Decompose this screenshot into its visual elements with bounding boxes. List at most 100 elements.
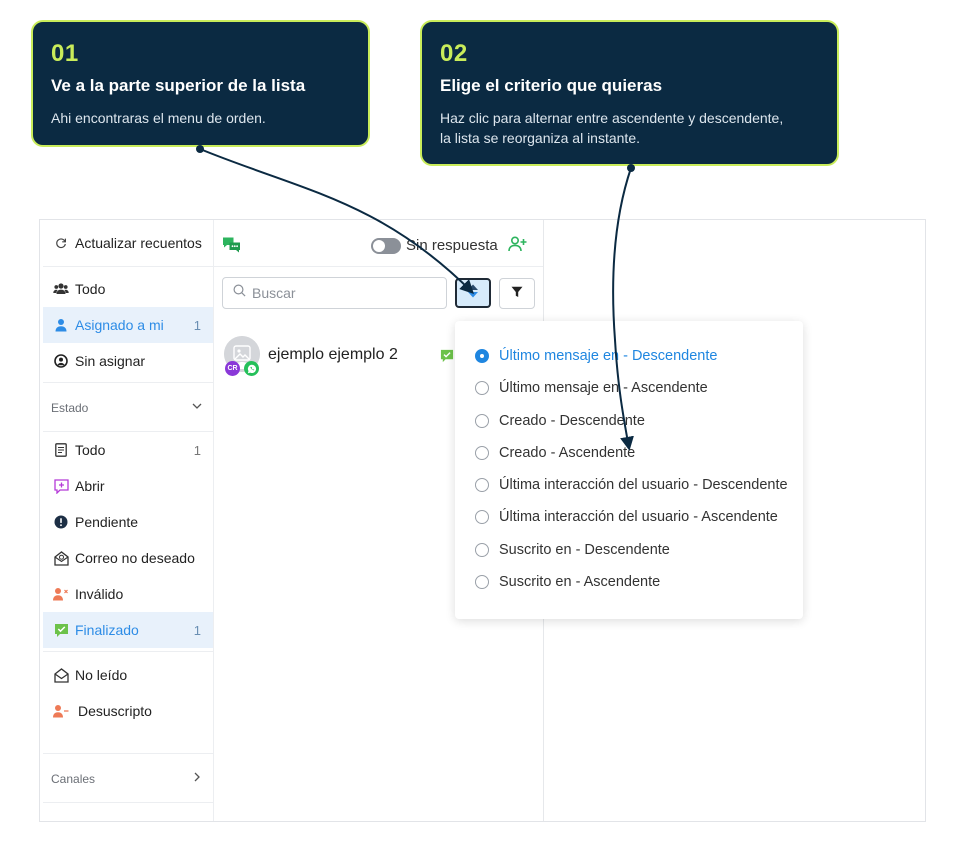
search-input[interactable]: [252, 285, 432, 301]
toggle-knob: [373, 240, 385, 252]
sort-icon: [466, 283, 480, 304]
whatsapp-icon: [244, 361, 259, 376]
unanswered-toggle[interactable]: [371, 238, 401, 254]
sort-option-ultimo-mensaje-desc[interactable]: Último mensaje en - Descendente: [475, 344, 717, 368]
callout-title: Elige el criterio que quieras: [440, 76, 663, 95]
callout-step-2: 02 Elige el criterio que quieras Haz cli…: [420, 20, 839, 166]
sidebar-item-label: Desuscripto: [78, 703, 152, 719]
callout-body: Ahi encontraras el menu de orden.: [51, 110, 266, 126]
sort-option-label: Última interacción del usuario - Descend…: [499, 477, 788, 493]
sidebar-item-desuscripto[interactable]: Desuscripto: [43, 693, 213, 729]
sidebar-item-no-leido[interactable]: No leído: [43, 657, 213, 693]
sidebar-item-label: Finalizado: [75, 622, 139, 638]
envelope-open-icon: [53, 667, 69, 683]
search-box[interactable]: [222, 277, 447, 309]
sort-option-label: Última interacción del usuario - Ascende…: [499, 509, 778, 525]
sidebar-item-abrir[interactable]: Abrir: [43, 468, 213, 504]
sidebar-item-todo[interactable]: Todo: [43, 271, 213, 307]
add-user-icon[interactable]: [508, 236, 527, 257]
exclamation-circle-icon: [53, 514, 69, 530]
sidebar-item-label: Todo: [75, 281, 106, 297]
sort-option-label: Último mensaje en - Ascendente: [499, 380, 708, 396]
radio[interactable]: [475, 575, 489, 589]
agent-initials-badge: CR: [225, 361, 240, 376]
document-icon: [53, 442, 69, 458]
sidebar-item-invalido[interactable]: Inválido: [43, 576, 213, 612]
chevron-down-icon: [191, 400, 203, 415]
callout-number: 01: [51, 40, 79, 67]
sort-option-suscrito-asc[interactable]: Suscrito en - Ascendente: [475, 570, 660, 594]
sidebar-item-label: Asignado a mi: [75, 317, 164, 333]
sort-button[interactable]: [455, 278, 491, 308]
sort-option-ultima-interaccion-asc[interactable]: Última interacción del usuario - Ascende…: [475, 505, 778, 529]
divider: [43, 651, 213, 652]
check-message-icon: [440, 349, 454, 368]
radio[interactable]: [475, 414, 489, 428]
sort-option-ultimo-mensaje-asc[interactable]: Último mensaje en - Ascendente: [475, 376, 708, 400]
refresh-counts-label: Actualizar recuentos: [75, 235, 202, 251]
sort-option-label: Creado - Ascendente: [499, 445, 636, 461]
section-estado-toggle[interactable]: Estado: [43, 390, 213, 426]
sort-option-creado-desc[interactable]: Creado - Descendente: [475, 409, 645, 433]
sidebar: Actualizar recuentos Todo Asignado a mi …: [43, 220, 213, 821]
sort-option-label: Suscrito en - Ascendente: [499, 574, 661, 590]
spam-icon: [53, 550, 69, 566]
callout-step-1: 01 Ve a la parte superior de la lista Ah…: [31, 20, 370, 147]
sidebar-item-count: 1: [193, 442, 201, 458]
callout-body-line-2: la lista se reorganiza al instante.: [440, 130, 640, 146]
radio-selected[interactable]: [475, 349, 489, 363]
list-header-divider: [214, 266, 543, 267]
section-canales-label: Canales: [51, 772, 96, 786]
search-icon: [233, 284, 246, 302]
filter-icon: [511, 285, 523, 303]
divider: [43, 802, 213, 803]
unanswered-label: Sin respuesta: [406, 237, 498, 254]
divider: [43, 753, 213, 754]
sidebar-item-correo-no-deseado[interactable]: Correo no deseado: [43, 540, 213, 576]
users-icon: [53, 281, 69, 297]
sidebar-item-label: Correo no deseado: [75, 550, 195, 566]
radio[interactable]: [475, 381, 489, 395]
sidebar-item-label: Abrir: [75, 478, 105, 494]
sidebar-item-sin-asignar[interactable]: Sin asignar: [43, 343, 213, 379]
filter-button[interactable]: [499, 278, 535, 309]
divider: [43, 382, 213, 383]
sidebar-item-label: Sin asignar: [75, 353, 146, 369]
callout-body: Haz clic para alternar entre ascendente …: [440, 108, 819, 148]
sort-option-creado-asc[interactable]: Creado - Ascendente: [475, 441, 635, 465]
sort-option-label: Último mensaje en - Descendente: [499, 348, 718, 364]
sidebar-item-estado-todo[interactable]: Todo 1: [43, 432, 213, 468]
check-message-icon: [53, 622, 69, 638]
sidebar-item-label: Todo: [75, 442, 106, 458]
section-estado-label: Estado: [51, 401, 89, 415]
user-circle-icon: [53, 353, 69, 369]
sort-option-label: Suscrito en - Descendente: [499, 542, 670, 558]
refresh-counts-button[interactable]: Actualizar recuentos: [43, 225, 213, 261]
conversation-name: ejemplo ejemplo 2: [268, 346, 398, 363]
user-x-icon: [53, 586, 69, 602]
sort-option-ultima-interaccion-desc[interactable]: Última interacción del usuario - Descend…: [475, 473, 788, 497]
chat-bubbles-icon[interactable]: [222, 236, 241, 259]
divider: [43, 266, 213, 267]
sort-dropdown-menu: Último mensaje en - Descendente Último m…: [455, 321, 803, 619]
user-icon: [53, 317, 69, 333]
sidebar-item-asignado-a-mi[interactable]: Asignado a mi 1: [43, 307, 213, 343]
callout-body-line-1: Haz clic para alternar entre ascendente …: [440, 110, 784, 126]
refresh-icon: [53, 235, 69, 251]
radio[interactable]: [475, 446, 489, 460]
radio[interactable]: [475, 543, 489, 557]
sidebar-item-count: 1: [193, 622, 201, 638]
sort-option-suscrito-desc[interactable]: Suscrito en - Descendente: [475, 538, 670, 562]
sidebar-item-label: Pendiente: [75, 514, 139, 530]
callout-number: 02: [440, 40, 468, 67]
sidebar-item-finalizado[interactable]: Finalizado 1: [43, 612, 213, 648]
section-canales-toggle[interactable]: Canales: [43, 761, 213, 797]
sidebar-item-count: 1: [193, 317, 201, 333]
user-minus-icon: [53, 703, 69, 719]
radio[interactable]: [475, 478, 489, 492]
sidebar-item-label: Inválido: [75, 586, 124, 602]
sidebar-item-label: No leído: [75, 667, 128, 683]
sidebar-item-pendiente[interactable]: Pendiente: [43, 504, 213, 540]
radio[interactable]: [475, 510, 489, 524]
message-plus-icon: [53, 478, 69, 494]
